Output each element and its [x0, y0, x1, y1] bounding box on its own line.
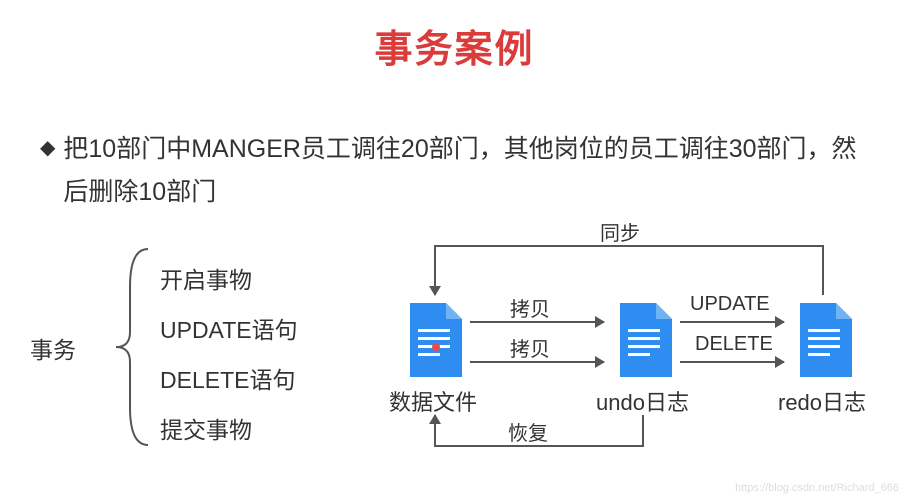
- label-delete: DELETE: [695, 333, 773, 356]
- document-icon: [796, 303, 852, 377]
- document-icon: [406, 303, 462, 377]
- label-update: UPDATE: [690, 293, 770, 316]
- description-text: 把10部门中MANGER员工调往20部门，其他岗位的员工调往30部门，然后删除1…: [63, 128, 869, 213]
- step-commit: 提交事物: [160, 405, 298, 455]
- undo-log-label: undo日志: [596, 385, 689, 417]
- bullet-icon: ◆: [40, 128, 55, 168]
- data-file-label: 数据文件: [389, 385, 477, 417]
- arrow-delete: [680, 361, 784, 363]
- sync-line-v2: [434, 245, 436, 295]
- restore-line-v2: [434, 415, 436, 445]
- transaction-steps: 开启事物 UPDATE语句 DELETE语句 提交事物: [160, 255, 298, 455]
- label-copy-2: 拷贝: [510, 333, 550, 362]
- watermark: https://blog.csdn.net/Richard_666: [735, 482, 899, 494]
- step-delete: DELETE语句: [160, 355, 298, 405]
- sync-line-v1: [822, 245, 824, 295]
- label-sync: 同步: [600, 217, 640, 246]
- step-update: UPDATE语句: [160, 305, 298, 355]
- diagram-area: 事务 开启事物 UPDATE语句 DELETE语句 提交事物 数据文件 undo…: [0, 235, 909, 485]
- redo-log-label: redo日志: [778, 385, 866, 417]
- step-open: 开启事物: [160, 255, 298, 305]
- description-row: ◆ 把10部门中MANGER员工调往20部门，其他岗位的员工调往30部门，然后删…: [40, 128, 869, 213]
- brace-icon: [112, 247, 152, 447]
- label-restore: 恢复: [508, 417, 548, 446]
- transaction-label: 事务: [30, 331, 76, 365]
- restore-line-v1: [642, 415, 644, 445]
- document-icon: [616, 303, 672, 377]
- page-title: 事务案例: [0, 0, 909, 73]
- arrow-update: [680, 321, 784, 323]
- label-copy-1: 拷贝: [510, 293, 550, 322]
